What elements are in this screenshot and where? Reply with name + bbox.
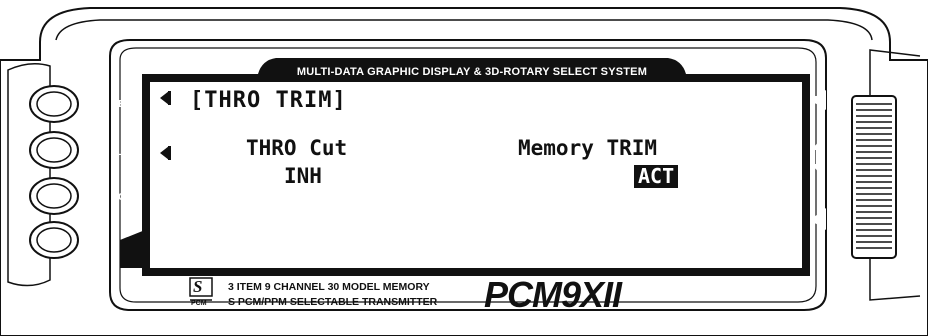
screen-title: [THRO TRIM] — [190, 88, 347, 113]
list-label: LIST — [116, 146, 139, 158]
thro-cut-label: THRO Cut — [246, 136, 348, 160]
transmitter-panel: MULTI-DATA GRAPHIC DISPLAY & 3D-ROTARY S… — [0, 0, 928, 336]
list-cursor-arrow-icon — [160, 146, 169, 160]
model-logo: PCM9XII — [484, 274, 622, 315]
footer-line2: S PCM/PPM SELECTABLE TRANSMITTER — [228, 296, 438, 308]
clr-label: CLR — [118, 191, 140, 203]
s-logo-letter: S — [193, 277, 203, 296]
memory-trim-value[interactable]: ACT — [634, 165, 679, 188]
extra-button[interactable] — [30, 222, 78, 258]
memory-trim-label: Memory TRIM — [518, 136, 658, 160]
thro-cut-value[interactable]: INH — [284, 166, 322, 187]
lcd-screen: [THRO TRIM] THRO Cut INH Memory TRIM ACT — [150, 82, 802, 268]
s-logo-sub: PCM — [191, 300, 207, 307]
banner-text: MULTI-DATA GRAPHIC DISPLAY & 3D-ROTARY S… — [296, 66, 648, 78]
cursor-arrow-icon — [160, 91, 169, 105]
list-button[interactable] — [30, 132, 78, 168]
ent-label: ENT — [118, 98, 139, 110]
footer-line1: 3 ITEM 9 CHANNEL 30 MODEL MEMORY — [228, 281, 430, 293]
rotary-dial[interactable] — [852, 96, 896, 258]
ent-button[interactable] — [30, 86, 78, 122]
clr-button[interactable] — [30, 178, 78, 214]
